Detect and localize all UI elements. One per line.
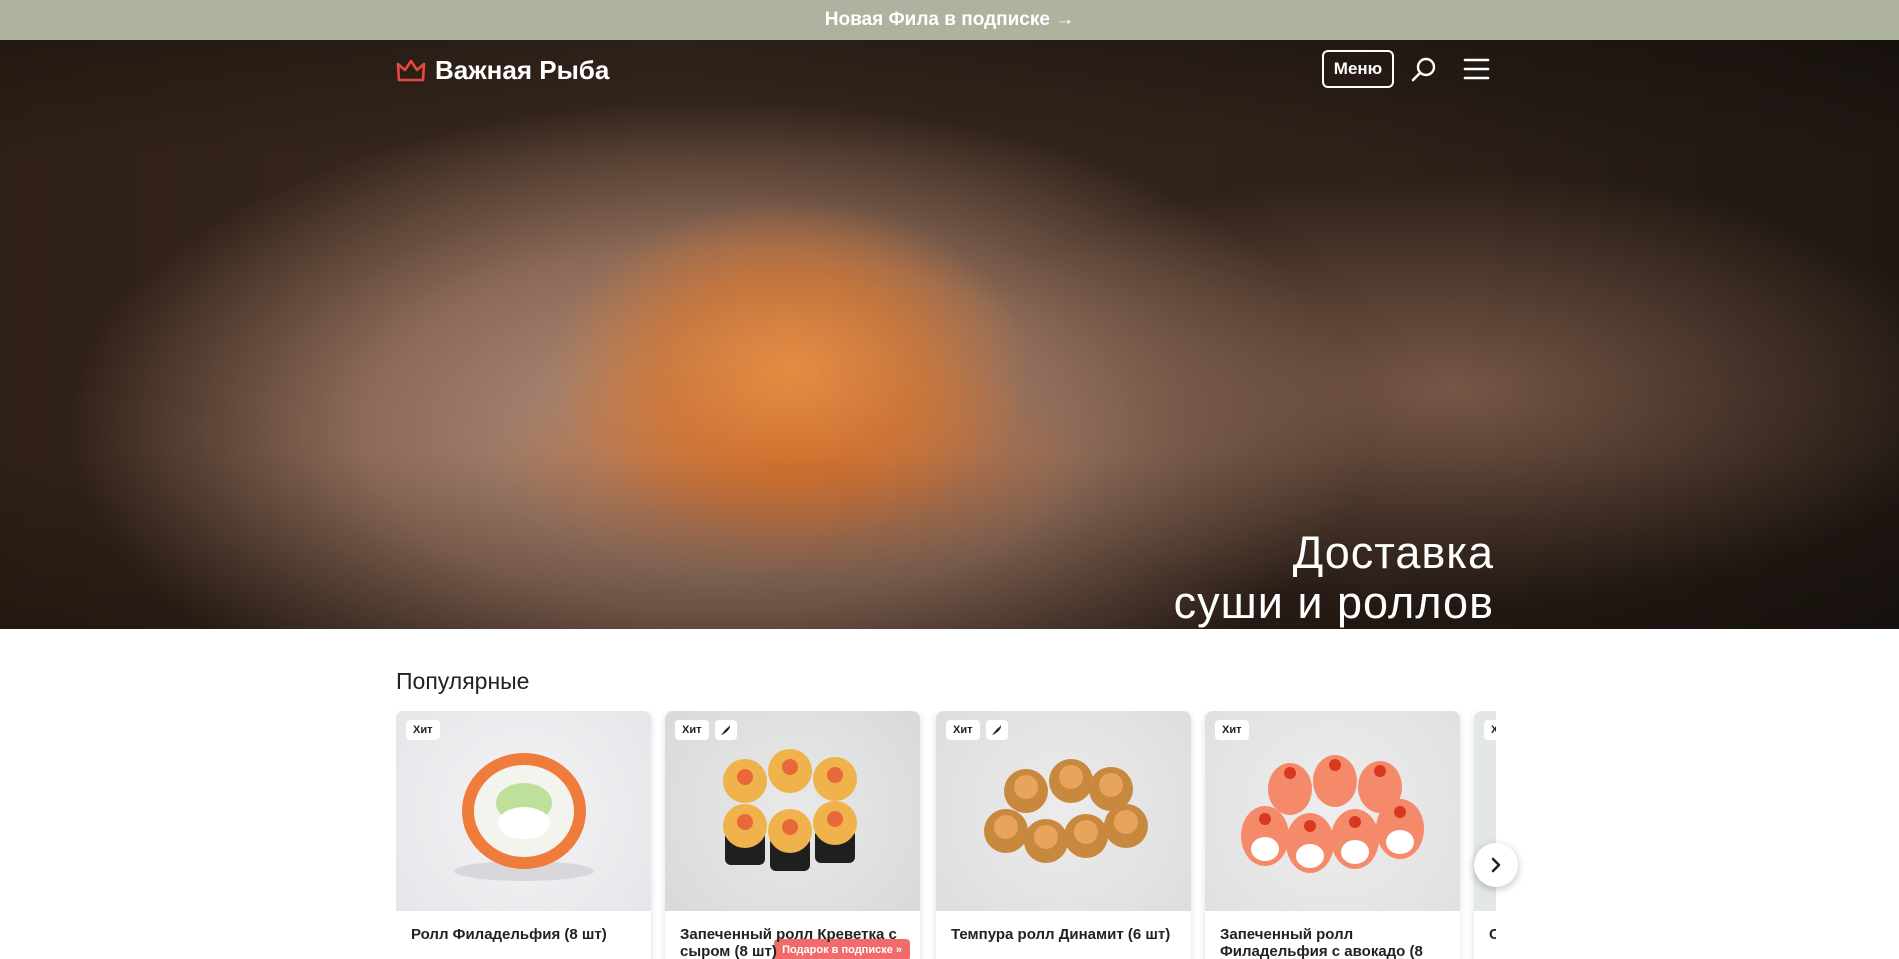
popular-carousel: Хит Ролл Филадельфия (8 шт) Хит Подарок …: [396, 711, 1496, 959]
hamburger-menu-icon: [1463, 58, 1490, 80]
hero-headline-line-2: суши и роллов: [1173, 577, 1494, 628]
product-name[interactable]: С: [1489, 926, 1496, 943]
product-image: [396, 711, 651, 911]
hamburger-menu-button[interactable]: [1462, 56, 1490, 87]
hit-badge: Хит: [675, 720, 709, 740]
philadelphia-avocado-roll-image: [1241, 755, 1424, 873]
card-badges: Хит: [406, 720, 440, 740]
chili-pepper-icon: [991, 725, 1001, 735]
search-icon: [1411, 57, 1436, 82]
product-image: [1205, 711, 1460, 911]
sushi-roll-image: [454, 753, 594, 881]
spicy-badge: [985, 720, 1008, 740]
search-button[interactable]: [1410, 56, 1438, 89]
card-badges: Хит: [946, 720, 1008, 740]
product-name[interactable]: Ролл Филадельфия (8 шт): [411, 926, 641, 943]
chili-pepper-icon: [720, 725, 730, 735]
product-card[interactable]: Хит Темпура ролл Динамит (6 шт): [936, 711, 1191, 959]
product-name[interactable]: Запеченный ролл Креветка с сыром (8 шт): [680, 926, 910, 959]
hit-badge: Хит: [1215, 720, 1249, 740]
product-card[interactable]: Хит Запеченный ролл Филадельфия с авокад…: [1205, 711, 1460, 959]
product-card[interactable]: Х С: [1474, 711, 1496, 959]
product-name[interactable]: Запеченный ролл Филадельфия с авокадо (8…: [1220, 926, 1450, 959]
logo-text: Важная Рыба: [435, 55, 610, 85]
tempura-roll-image: [984, 759, 1148, 863]
baked-roll-image: [723, 749, 857, 871]
hit-badge: Хит: [946, 720, 980, 740]
card-badges: Хит: [675, 720, 737, 740]
product-image: [936, 711, 1191, 911]
hero-image: [0, 40, 1899, 629]
hero-headline-line-1: Доставка: [1292, 527, 1494, 578]
hit-badge: Хит: [406, 720, 440, 740]
crown-icon: [396, 59, 426, 81]
carousel-next-button[interactable]: [1474, 843, 1518, 887]
popular-section-title: Популярные: [396, 668, 530, 694]
logo[interactable]: Важная Рыба: [396, 55, 609, 86]
hero-headline: Доставка суши и роллов: [1174, 528, 1494, 628]
product-card[interactable]: Хит Подарок в подписке » Запеченный ролл…: [665, 711, 920, 959]
spicy-badge: [714, 720, 737, 740]
promo-banner[interactable]: Новая Фила в подписке →: [0, 0, 1899, 40]
card-badges: Хит: [1215, 720, 1249, 740]
hero-overlay: [0, 40, 1899, 629]
card-badges: Х: [1484, 720, 1496, 740]
product-name[interactable]: Темпура ролл Динамит (6 шт): [951, 926, 1181, 943]
product-card[interactable]: Хит Ролл Филадельфия (8 шт): [396, 711, 651, 959]
hit-badge: Х: [1484, 720, 1496, 740]
site-header: Важная Рыба Меню: [396, 40, 1490, 102]
product-image: [665, 711, 920, 911]
promo-text[interactable]: Новая Фила в подписке →: [825, 9, 1074, 30]
menu-button[interactable]: Меню: [1322, 50, 1394, 88]
chevron-right-icon: [1491, 857, 1501, 873]
